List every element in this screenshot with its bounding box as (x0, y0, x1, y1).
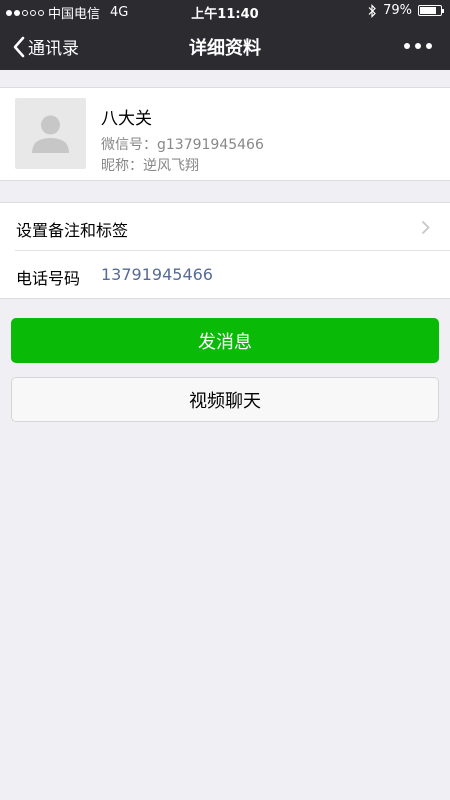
navigation-bar: 通讯录 详细资料 (0, 22, 450, 70)
phone-number-link[interactable]: 13791945466 (101, 265, 213, 284)
default-avatar-icon[interactable] (15, 98, 86, 169)
top-bar: 中国电信 4G 上午11:40 79% 通讯录 详细资料 (0, 0, 450, 70)
battery-icon (418, 5, 444, 16)
phone-row: 电话号码 13791945466 (15, 250, 450, 298)
remark-label: 设置备注和标签 (16, 221, 129, 240)
bluetooth-icon (368, 3, 376, 18)
send-message-button[interactable]: 发消息 (11, 318, 439, 363)
nickname: 昵称：逆风飞翔 (101, 158, 199, 174)
status-bar: 中国电信 4G 上午11:40 79% (0, 0, 450, 22)
battery-percent: 79% (383, 3, 412, 18)
wechat-id: 微信号：g13791945466 (101, 137, 264, 153)
detail-list: 设置备注和标签 电话号码 13791945466 (0, 202, 450, 299)
video-call-button[interactable]: 视频聊天 (11, 377, 439, 422)
remark-and-tags-row[interactable]: 设置备注和标签 (0, 203, 450, 250)
phone-label: 电话号码 (16, 269, 81, 288)
profile-name: 八大关 (101, 109, 152, 129)
chevron-right-icon (421, 220, 430, 235)
more-dots-icon[interactable] (404, 36, 432, 56)
profile-card: 八大关 微信号：g13791945466 昵称：逆风飞翔 (0, 87, 450, 181)
status-right: 79% (368, 3, 444, 18)
page-title: 详细资料 (189, 38, 261, 59)
